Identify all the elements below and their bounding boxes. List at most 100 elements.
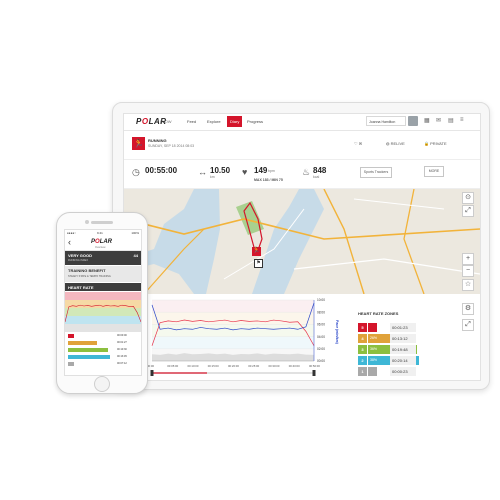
bell-icon[interactable]: ✉ — [436, 117, 441, 124]
locate-icon[interactable]: ⊙ — [462, 192, 474, 204]
battery-indicator: 100% — [131, 231, 139, 235]
heart-rate-header[interactable]: HEART RATE — [65, 283, 141, 291]
zone-time: 00:01:23 — [390, 323, 416, 332]
x-tick-label: 00:40:00 — [289, 364, 300, 368]
zone-band — [152, 336, 314, 349]
tab-progress[interactable]: Progress — [244, 116, 266, 127]
phone-zone-band — [65, 292, 141, 300]
cart-icon[interactable]: ▤ — [448, 117, 454, 124]
zone-time: 00:19:48 — [390, 345, 416, 354]
x-tick-label: 00:05:00 — [167, 364, 178, 368]
map-graphic — [124, 189, 480, 294]
x-tick-label: 00:00 — [147, 364, 154, 368]
timeline-start-handle[interactable] — [150, 370, 154, 376]
user-name-box[interactable]: Joanna Hamilton — [366, 116, 406, 126]
pace-tick-label: 04:00 — [317, 335, 325, 339]
zone-band — [152, 300, 314, 313]
phone-header: ‹ POLAR Overview — [65, 236, 141, 251]
zoom-out-icon[interactable]: − — [462, 265, 474, 277]
pace-tick-label: 10:00 — [317, 298, 325, 302]
training-benefit-title: TRAINING BENEFIT — [68, 268, 106, 273]
summary-card[interactable]: VERY GOOD 44 RUNNING INDEX — [65, 251, 141, 265]
running-icon: 🏃 — [132, 137, 145, 150]
heart-rate-title: HEART RATE — [68, 285, 94, 290]
zone-percentage-bar — [368, 323, 377, 332]
heart-rate-range: MAX 183 / MIN 75 — [254, 178, 283, 182]
zone-time: 00:13:12 — [390, 334, 416, 343]
pace-tick-label: 02:00 — [317, 347, 325, 351]
tab-feed[interactable]: Feed — [184, 116, 199, 127]
pace-tick-label: 00:00 — [317, 359, 325, 363]
training-benefit-card[interactable]: TRAINING BENEFIT STEADY STATE & TEMPO TR… — [65, 266, 141, 282]
settings-icon[interactable]: ⚙ — [462, 303, 474, 315]
favorite-icon[interactable]: ☆ — [462, 279, 474, 291]
phone-zone-band — [65, 324, 141, 332]
zone-time: 00:00:23 — [390, 367, 416, 376]
phone-zone-time: 00:07:12 — [117, 362, 127, 365]
session-date: SUNDAY, SEP 18 2014 08:03 — [148, 144, 195, 148]
zones-title: HEART RATE ZONES — [358, 311, 399, 316]
heart-rate-pace-chart[interactable]: 00:00 02:00 04:00 06:00 08:00 10:00 Pace (min/… — [124, 295, 354, 380]
phone-zone-bar — [68, 348, 108, 352]
menu-icon[interactable]: ≡ — [460, 117, 464, 123]
phone-zone-band — [65, 308, 141, 316]
heart-rate-value: 149 — [254, 166, 268, 175]
tab-diary[interactable]: Diary — [227, 116, 243, 127]
phone-screen: ●●●●○ 9:41 100% ‹ POLAR Overview VERY GO… — [64, 229, 142, 376]
phone-zone-bar — [68, 362, 74, 366]
route-map[interactable]: 🏃 ⚑ ⊙ ⤢ + − ☆ — [124, 189, 480, 294]
zone-band — [152, 324, 314, 337]
summary-title: VERY GOOD — [68, 253, 93, 258]
smartphone: ●●●●○ 9:41 100% ‹ POLAR Overview VERY GO… — [56, 212, 148, 394]
calories-unit: kcal — [313, 175, 320, 179]
zoom-in-icon[interactable]: + — [462, 253, 474, 265]
x-tick-label: 00:50:00 — [309, 364, 320, 368]
back-arrow-icon[interactable]: ‹ — [68, 237, 71, 247]
top-navigation-bar: POLAR FLOW Feed Explore Diary Progress J… — [124, 114, 480, 131]
zone-percentage-bar — [368, 367, 377, 376]
session-header: 🏃 RUNNING SUNDAY, SEP 18 2014 08:03 ♡ ✉ … — [124, 131, 480, 160]
sport-trackers-button[interactable]: Sports Trackers — [360, 167, 392, 178]
signal-indicator: ●●●●○ — [67, 231, 77, 235]
start-marker-icon[interactable]: 🏃 — [252, 247, 261, 256]
desktop-screen: POLAR FLOW Feed Explore Diary Progress J… — [123, 113, 481, 381]
avatar[interactable] — [408, 116, 418, 126]
grid-icon[interactable]: ▦ — [424, 117, 430, 124]
x-tick-label: 00:20:00 — [228, 364, 239, 368]
zone-number: 1 — [358, 367, 367, 376]
zone-number: 2 — [358, 356, 367, 365]
distance-unit: km — [210, 175, 215, 179]
relive-button[interactable]: ◍ RELIVE — [386, 141, 405, 146]
phone-zone-time: 00:13:45 — [117, 355, 127, 358]
phone-zone-bar — [68, 355, 110, 359]
x-tick-label: 00:15:00 — [208, 364, 219, 368]
x-tick-label: 00:30:00 — [269, 364, 280, 368]
phone-zone-time: 00:01:27 — [117, 341, 127, 344]
phone-speaker — [91, 221, 113, 224]
more-button[interactable]: MORE — [424, 166, 444, 177]
phone-camera — [85, 220, 89, 224]
heart-rate-unit: bpm — [268, 169, 275, 173]
phone-zone-bar — [68, 334, 74, 338]
phone-screen-title: Overview — [95, 246, 106, 249]
phone-heart-rate-chart[interactable] — [65, 292, 141, 332]
training-benefit-text: STEADY STATE & TEMPO TRAINING — [68, 275, 111, 278]
timeline-end-handle[interactable] — [312, 370, 316, 376]
summary-stats: ◷ 00:55:00 ↔ 10.50 km ♥ 149 bpm MAX 183 … — [124, 160, 480, 189]
tab-explore[interactable]: Explore — [204, 116, 224, 127]
stopwatch-icon: ◷ — [132, 167, 140, 177]
finish-flag-icon[interactable]: ⚑ — [254, 259, 263, 268]
like-comment-buttons[interactable]: ♡ ✉ — [354, 141, 362, 146]
distance-icon: ↔ — [198, 167, 207, 177]
zone-time: 00:20:14 — [390, 356, 416, 365]
home-button[interactable] — [94, 376, 110, 392]
sport-name: RUNNING — [148, 138, 167, 143]
flow-label: FLOW — [160, 119, 172, 124]
calories-icon: ♨ — [302, 167, 311, 177]
distance-value: 10.50 — [210, 166, 231, 175]
phone-zone-band — [65, 316, 141, 324]
fullscreen-chart-icon[interactable]: ⤢ — [462, 319, 474, 331]
private-button[interactable]: 🔒 PRIVATE — [424, 141, 447, 146]
fullscreen-icon[interactable]: ⤢ — [462, 205, 474, 217]
heart-icon: ♥ — [242, 167, 248, 177]
